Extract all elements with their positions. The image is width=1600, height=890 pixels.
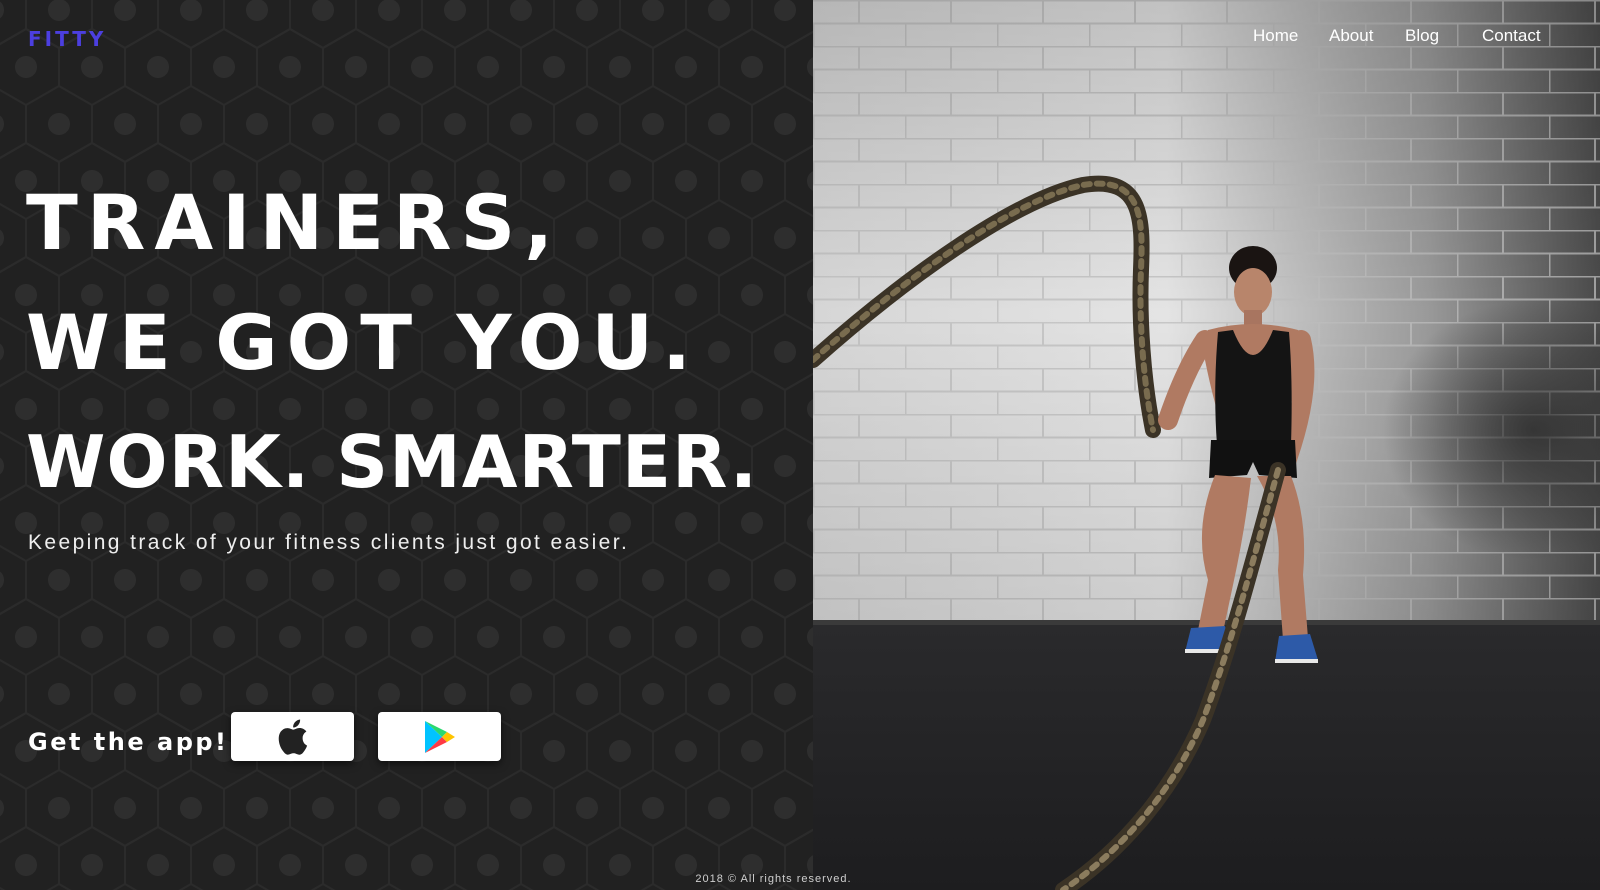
google-play-icon (424, 720, 455, 753)
hero-headline-line-2: WE GOT YOU. (26, 298, 701, 387)
nav-blog[interactable]: Blog (1405, 26, 1439, 52)
brand-logo[interactable]: FITTY (28, 27, 106, 51)
hero-subtitle: Keeping track of your fitness clients ju… (28, 531, 630, 554)
fitness-hero-photo (813, 0, 1600, 890)
app-store-button[interactable] (231, 712, 354, 761)
hero-photo-panel (813, 0, 1600, 890)
apple-icon (278, 719, 307, 755)
hero-headline-line-3: WORK. SMARTER. (26, 420, 759, 504)
nav-home[interactable]: Home (1253, 26, 1298, 52)
nav-about[interactable]: About (1329, 26, 1373, 52)
get-app-label: Get the app! (28, 728, 229, 756)
google-play-button[interactable] (378, 712, 501, 761)
hero-headline-line-1: TRAINERS, (26, 178, 563, 267)
nav-contact[interactable]: Contact (1482, 26, 1541, 52)
footer-copyright: 2018 © All rights reserved. (695, 873, 852, 885)
hero-left-panel: FITTY TRAINERS, WE GOT YOU. WORK. SMARTE… (0, 0, 813, 890)
